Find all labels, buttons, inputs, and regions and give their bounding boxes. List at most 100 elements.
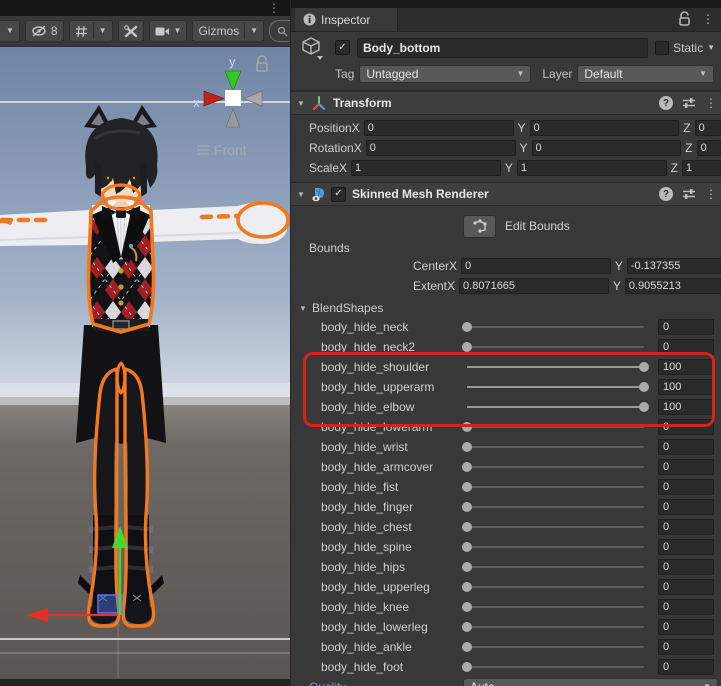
blendshape-value-field[interactable]: [658, 559, 714, 575]
blendshape-slider[interactable]: [462, 517, 648, 537]
slider-thumb[interactable]: [462, 522, 472, 532]
blendshape-value-field[interactable]: [658, 639, 714, 655]
view-front-label[interactable]: Front: [214, 142, 247, 158]
blendshape-value-field[interactable]: [658, 439, 714, 455]
gizmo-center-cube[interactable]: [225, 90, 241, 106]
slider-thumb[interactable]: [462, 562, 472, 572]
slider-thumb[interactable]: [462, 462, 472, 472]
skinned-mesh-renderer-header[interactable]: ▼ ✓ Skinned Mesh Renderer ? ⋮: [291, 182, 721, 206]
blendshape-value-field[interactable]: [658, 479, 714, 495]
quality-dropdown[interactable]: Auto ▼: [463, 678, 718, 686]
slider-thumb[interactable]: [462, 322, 472, 332]
scene-view[interactable]: ⋮ ▼ 8 ▼ ▼ Gizmos ▼ All y x Front: [0, 0, 338, 686]
foldout-arrow-icon[interactable]: ▼: [295, 99, 307, 108]
renderer-enabled-checkbox[interactable]: ✓: [331, 186, 346, 202]
foldout-arrow-icon[interactable]: ▼: [297, 304, 309, 313]
slider-thumb[interactable]: [462, 442, 472, 452]
axis-y-field[interactable]: [516, 160, 667, 176]
component-kebab-icon[interactable]: ⋮: [705, 187, 717, 201]
blendshape-value-field[interactable]: [658, 399, 714, 415]
blendshape-value-field[interactable]: [658, 339, 714, 355]
blendshape-slider[interactable]: [462, 537, 648, 557]
axis-y-field[interactable]: [626, 258, 721, 274]
slider-thumb[interactable]: [462, 542, 472, 552]
blendshape-value-field[interactable]: [658, 659, 714, 675]
static-checkbox[interactable]: [655, 40, 670, 55]
slider-thumb[interactable]: [462, 422, 472, 432]
camera-view-button[interactable]: ▼: [148, 20, 188, 42]
blendshape-slider[interactable]: [462, 417, 648, 437]
slider-thumb[interactable]: [462, 642, 472, 652]
blendshape-slider[interactable]: [462, 477, 648, 497]
tag-dropdown[interactable]: Untagged ▼: [359, 65, 532, 83]
blendshape-value-field[interactable]: [658, 459, 714, 475]
transform-header[interactable]: ▼ Transform ? ⋮: [291, 91, 721, 115]
blendshape-value-field[interactable]: [658, 619, 714, 635]
slider-thumb[interactable]: [462, 602, 472, 612]
blendshape-value-field[interactable]: [658, 519, 714, 535]
blendshape-slider[interactable]: [462, 577, 648, 597]
slider-thumb[interactable]: [462, 482, 472, 492]
blendshape-value-field[interactable]: [658, 419, 714, 435]
axis-z-field[interactable]: [694, 120, 721, 136]
blendshapes-foldout[interactable]: ▼ BlendShapes: [291, 299, 721, 317]
tab-inspector[interactable]: Inspector: [295, 8, 398, 31]
slider-thumb[interactable]: [462, 622, 472, 632]
axis-x-field[interactable]: [459, 278, 609, 294]
help-icon[interactable]: ?: [659, 96, 673, 110]
blendshape-slider[interactable]: [463, 377, 649, 397]
axis-x-field[interactable]: [351, 160, 501, 176]
axis-z-field[interactable]: [681, 160, 721, 176]
gameobject-name-field[interactable]: [357, 37, 649, 58]
blendshape-value-field[interactable]: [658, 319, 714, 335]
blendshape-slider[interactable]: [462, 337, 648, 357]
slider-thumb[interactable]: [462, 662, 472, 672]
axis-y-field[interactable]: [624, 278, 721, 294]
blendshape-value-field[interactable]: [658, 539, 714, 555]
blendshape-slider[interactable]: [463, 357, 649, 377]
draw-mode-button[interactable]: ▼: [0, 20, 20, 42]
slider-thumb[interactable]: [639, 402, 649, 412]
blendshape-value-field[interactable]: [658, 499, 714, 515]
component-kebab-icon[interactable]: ⋮: [705, 96, 717, 110]
slider-thumb[interactable]: [639, 362, 649, 372]
blendshape-slider[interactable]: [463, 397, 649, 417]
blendshape-slider[interactable]: [462, 597, 648, 617]
axis-x-field[interactable]: [363, 120, 514, 136]
blendshape-slider[interactable]: [462, 637, 648, 657]
scene-menu-kebab-icon[interactable]: ⋮: [268, 1, 280, 15]
blendshape-slider[interactable]: [462, 317, 648, 337]
blendshape-slider[interactable]: [462, 497, 648, 517]
blendshape-value-field[interactable]: [658, 379, 714, 395]
blendshape-value-field[interactable]: [658, 359, 714, 375]
foldout-arrow-icon[interactable]: ▼: [295, 190, 307, 199]
axis-y-field[interactable]: [529, 120, 680, 136]
presets-icon[interactable]: [682, 97, 696, 109]
grid-settings-button[interactable]: ▼: [68, 20, 113, 42]
edit-bounds-button[interactable]: [463, 214, 496, 238]
unlock-icon[interactable]: [678, 11, 691, 26]
blendshape-value-field[interactable]: [658, 599, 714, 615]
layer-dropdown[interactable]: Default ▼: [577, 65, 714, 83]
gameobject-cube-icon[interactable]: [300, 35, 326, 61]
scene-visibility-button[interactable]: 8: [24, 20, 64, 42]
slider-thumb[interactable]: [462, 502, 472, 512]
axis-y-field[interactable]: [531, 140, 682, 156]
blendshape-slider[interactable]: [462, 437, 648, 457]
help-icon[interactable]: ?: [659, 187, 673, 201]
slider-thumb[interactable]: [462, 582, 472, 592]
slider-thumb[interactable]: [462, 342, 472, 352]
chevron-down-icon[interactable]: ▼: [707, 43, 715, 52]
scene-viewport[interactable]: y x Front: [0, 47, 290, 679]
axis-z-field[interactable]: [696, 140, 721, 156]
inspector-kebab-icon[interactable]: ⋮: [702, 12, 714, 26]
slider-thumb[interactable]: [639, 382, 649, 392]
blendshape-value-field[interactable]: [658, 579, 714, 595]
blendshape-slider[interactable]: [462, 557, 648, 577]
blendshape-slider[interactable]: [462, 617, 648, 637]
gizmos-button[interactable]: Gizmos ▼: [192, 20, 265, 42]
move-gizmo-plane-handle[interactable]: [97, 594, 123, 614]
gameobject-active-checkbox[interactable]: ✓: [335, 40, 350, 55]
presets-icon[interactable]: [682, 188, 696, 200]
axis-x-field[interactable]: [365, 140, 516, 156]
